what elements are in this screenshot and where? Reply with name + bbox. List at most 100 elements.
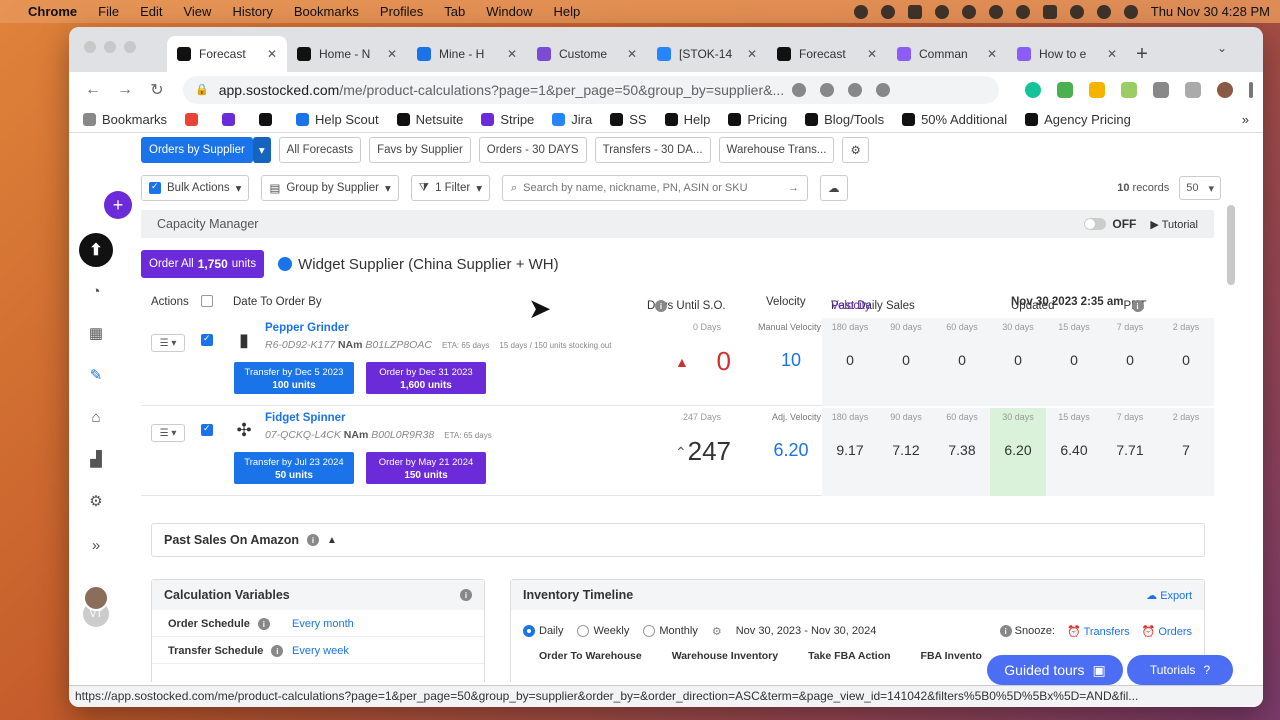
- warehouse-icon[interactable]: ⌂: [87, 409, 105, 427]
- snooze-orders[interactable]: ⏰ Orders: [1142, 625, 1192, 638]
- row-checkbox[interactable]: [201, 333, 213, 346]
- order-by-chip[interactable]: Order by May 21 2024 150 units: [366, 452, 486, 484]
- bookmark-item[interactable]: [185, 113, 204, 126]
- view-transfers-30-days[interactable]: Transfers - 30 DA...: [594, 137, 711, 163]
- zoom-window-button[interactable]: [124, 41, 136, 53]
- add-button[interactable]: +: [104, 191, 132, 219]
- tutorial-link[interactable]: ▶ Tutorial: [1150, 218, 1198, 231]
- menu-file[interactable]: File: [98, 4, 119, 19]
- battery-icon[interactable]: [1042, 4, 1057, 19]
- extension-icon[interactable]: [1057, 81, 1073, 98]
- bookmark-item[interactable]: Blog/Tools: [805, 112, 884, 127]
- forward-button[interactable]: →: [111, 81, 139, 99]
- radio-daily[interactable]: Daily: [523, 625, 563, 638]
- boxes-icon[interactable]: ▦: [87, 325, 105, 343]
- bookmark-item[interactable]: Stripe: [481, 112, 534, 127]
- bookmark-item[interactable]: Pricing: [728, 112, 787, 127]
- close-icon[interactable]: ✕: [267, 47, 277, 61]
- menu-app-name[interactable]: Chrome: [28, 4, 77, 19]
- logo[interactable]: ⬆: [79, 233, 113, 267]
- menu-tab[interactable]: Tab: [444, 4, 465, 19]
- extension-icon[interactable]: [1121, 81, 1137, 98]
- row-menu-button[interactable]: ☰ ▾: [151, 424, 185, 442]
- key-icon[interactable]: [792, 82, 807, 97]
- headphones-icon[interactable]: [934, 4, 949, 19]
- bulk-actions-dropdown[interactable]: Bulk Actions ▾: [141, 175, 250, 201]
- export-button[interactable]: ☁ Export: [1146, 589, 1192, 602]
- info-icon[interactable]: i: [271, 645, 284, 657]
- back-button[interactable]: ←: [79, 81, 107, 99]
- gear-icon[interactable]: ⚙: [712, 625, 722, 638]
- bookmark-item[interactable]: Agency Pricing: [1025, 112, 1131, 127]
- close-icon[interactable]: ✕: [507, 47, 517, 61]
- more-menu-icon[interactable]: [1249, 81, 1253, 98]
- velocity-value[interactable]: 10: [761, 350, 821, 371]
- close-icon[interactable]: ✕: [387, 47, 397, 61]
- reload-button[interactable]: ↻: [143, 80, 171, 100]
- capacity-toggle[interactable]: OFF: [1084, 217, 1136, 231]
- lock-icon[interactable]: 🔒: [195, 83, 209, 96]
- view-orders-30-days[interactable]: Orders - 30 DAYS: [478, 137, 587, 163]
- browser-tab[interactable]: [STOK-14 ✕: [647, 36, 767, 72]
- toggle-switch[interactable]: [1084, 218, 1107, 230]
- message-icon[interactable]: [907, 4, 922, 19]
- star-icon[interactable]: [876, 82, 891, 97]
- zoom-icon[interactable]: [820, 82, 835, 97]
- browser-tab[interactable]: Mine - H ✕: [407, 36, 527, 72]
- user-icon[interactable]: [1069, 4, 1084, 19]
- view-warehouse-transfers[interactable]: Warehouse Trans...: [718, 137, 835, 163]
- avatar[interactable]: [83, 585, 109, 611]
- dashboard-icon[interactable]: ◔: [87, 283, 105, 301]
- view-all-forecasts[interactable]: All Forecasts: [278, 137, 362, 163]
- date-range[interactable]: Nov 30, 2023 - Nov 30, 2024: [736, 625, 877, 637]
- minimize-window-button[interactable]: [104, 41, 116, 53]
- order-schedule-value[interactable]: Every month: [292, 618, 410, 630]
- browser-tab[interactable]: Comman ✕: [887, 36, 1007, 72]
- days-until-value[interactable]: 247: [661, 436, 731, 467]
- info-icon[interactable]: i: [999, 625, 1012, 637]
- vpn-icon[interactable]: [853, 4, 868, 19]
- bookmark-item[interactable]: Bookmarks: [83, 112, 167, 127]
- expand-icon[interactable]: »: [87, 537, 105, 555]
- bookmark-item[interactable]: 50% Additional: [902, 112, 1007, 127]
- search-input[interactable]: [523, 182, 788, 194]
- transfer-by-chip[interactable]: Transfer by Dec 5 2023 100 units: [234, 362, 354, 394]
- puzzle-icon[interactable]: [1153, 81, 1169, 98]
- bookmark-item[interactable]: [259, 113, 278, 126]
- radio-weekly[interactable]: Weekly: [577, 625, 629, 638]
- radio-monthly[interactable]: Monthly: [643, 625, 698, 638]
- clock[interactable]: Thu Nov 30 4:28 PM: [1151, 4, 1270, 19]
- order-all-button[interactable]: Order All 1,750 units: [141, 250, 265, 278]
- info-icon[interactable]: i: [307, 534, 319, 546]
- share-icon[interactable]: [848, 82, 863, 97]
- browser-tab[interactable]: Forecast ✕: [767, 36, 887, 72]
- new-tab-button[interactable]: +: [1127, 36, 1157, 72]
- chevron-down-icon[interactable]: ⌄: [1217, 41, 1227, 55]
- close-icon[interactable]: ✕: [627, 47, 637, 61]
- browser-tab[interactable]: Custome ✕: [527, 36, 647, 72]
- view-settings-button[interactable]: ⚙: [842, 137, 869, 163]
- bluetooth-icon[interactable]: [1015, 4, 1030, 19]
- extension-icon[interactable]: [1089, 81, 1105, 98]
- close-icon[interactable]: ✕: [867, 47, 877, 61]
- info-icon[interactable]: i: [257, 618, 270, 630]
- bookmark-item[interactable]: Help Scout: [296, 112, 379, 127]
- sidepanel-icon[interactable]: [1185, 81, 1201, 98]
- menu-history[interactable]: History: [232, 4, 272, 19]
- view-favs-by-supplier[interactable]: Favs by Supplier: [369, 137, 471, 163]
- wifi-icon[interactable]: [988, 4, 1003, 19]
- menu-profiles[interactable]: Profiles: [380, 4, 423, 19]
- col-date-to-order[interactable]: Date To Order By: [233, 296, 322, 308]
- close-icon[interactable]: ✕: [987, 47, 997, 61]
- gear-icon[interactable]: [880, 4, 895, 19]
- days-until-value[interactable]: 0: [661, 346, 731, 377]
- per-page-select[interactable]: 50 ▾: [1179, 176, 1221, 200]
- guided-tours-button[interactable]: Guided tours ▣: [987, 655, 1123, 685]
- magic-wand-icon[interactable]: ✎: [87, 367, 105, 385]
- info-icon[interactable]: i: [460, 589, 472, 601]
- grammarly-icon[interactable]: [1025, 81, 1041, 98]
- view-orders-by-supplier[interactable]: Orders by Supplier: [141, 137, 253, 163]
- view-dropdown-toggle[interactable]: ▾: [252, 137, 271, 163]
- menu-view[interactable]: View: [183, 4, 211, 19]
- menu-edit[interactable]: Edit: [140, 4, 162, 19]
